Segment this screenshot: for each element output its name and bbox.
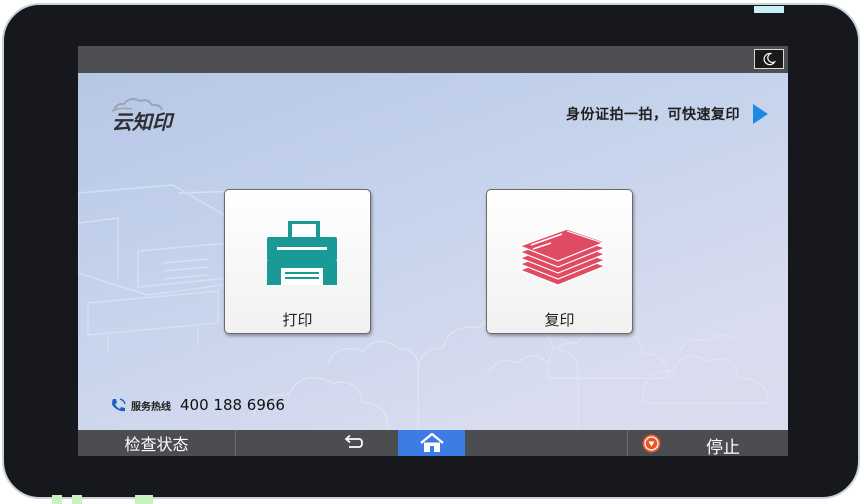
check-status-button[interactable]: 检查状态: [78, 430, 236, 456]
phone-icon: [112, 397, 126, 411]
print-button[interactable]: 打印: [224, 189, 371, 334]
home-button[interactable]: [398, 430, 465, 456]
hotline-number: 400 188 6966: [180, 396, 285, 414]
paper-stack-icon: [518, 228, 607, 286]
copy-label: 复印: [544, 311, 575, 329]
stop-button[interactable]: 停止: [627, 430, 788, 456]
screen: 云知印 身份证拍一拍，可快速复印 打印 复印 服务热线 400 188 6966…: [78, 46, 788, 456]
moon-icon: [763, 52, 776, 66]
stop-label: 停止: [706, 438, 740, 456]
back-arrow-icon: [344, 434, 363, 448]
top-bar: [78, 46, 788, 73]
device-accent: [135, 495, 153, 504]
bottom-bar: 检查状态 停止: [78, 430, 788, 456]
stop-icon: [642, 434, 661, 453]
hotline-label: 服务热线: [131, 401, 171, 413]
night-mode-button[interactable]: [754, 49, 784, 69]
device-accent: [52, 495, 62, 504]
service-hotline: 服务热线 400 188 6966: [110, 396, 285, 414]
cloud-logo-icon: 云知印: [111, 98, 175, 134]
brand-logo: 云知印: [108, 95, 198, 139]
device-accent: [72, 495, 82, 504]
id-card-copy-shortcut[interactable]: 身份证拍一拍，可快速复印: [566, 104, 768, 124]
printer-icon: [267, 221, 337, 285]
id-card-copy-label: 身份证拍一拍，可快速复印: [566, 107, 740, 123]
print-label: 打印: [282, 311, 313, 329]
check-status-label: 检查状态: [124, 435, 189, 454]
play-arrow-icon: [753, 104, 768, 124]
copy-button[interactable]: 复印: [486, 189, 633, 334]
device-accent: [754, 6, 784, 13]
svg-text:云知印: 云知印: [112, 110, 175, 134]
home-panel: 云知印 身份证拍一拍，可快速复印 打印 复印 服务热线 400 188 6966: [78, 73, 788, 430]
home-icon: [419, 433, 444, 452]
back-button[interactable]: [333, 430, 373, 456]
